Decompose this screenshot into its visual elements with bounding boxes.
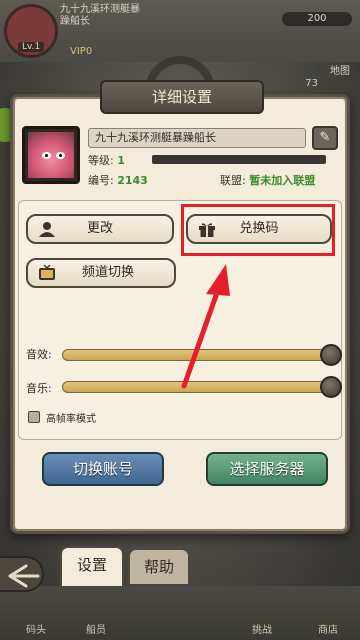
quill-edit-icon: ✎	[319, 130, 331, 145]
music-label: 音乐:	[26, 382, 52, 395]
dialog-title: 详细设置	[100, 80, 264, 114]
edit-name-button[interactable]: ✎	[312, 126, 338, 150]
experience-bar	[152, 155, 326, 164]
player-name: 九十九溪环测艇暴躁船长	[60, 4, 140, 27]
music-knob[interactable]	[320, 376, 342, 398]
player-level: Lv.1	[18, 42, 45, 52]
profile-avatar[interactable]	[22, 126, 80, 184]
nav-shop[interactable]: 商店	[318, 621, 338, 636]
nav-crew[interactable]: 船员	[86, 621, 106, 636]
alliance-value: 暂未加入联盟	[249, 174, 316, 187]
nav-challenge[interactable]: 挑战	[252, 621, 272, 636]
id-value: 2143	[117, 174, 148, 187]
avatar-eye	[56, 152, 65, 159]
avatar-eye	[42, 152, 51, 159]
music-slider[interactable]	[62, 381, 334, 393]
alliance-label: 联盟:	[220, 174, 246, 187]
level-label: 等级:	[88, 154, 114, 167]
sound-effects-slider[interactable]	[62, 349, 334, 361]
switch-account-button[interactable]: 切换账号	[42, 452, 164, 486]
level-row: 等级: 1	[88, 152, 125, 168]
bg-number: 73	[305, 78, 318, 89]
tab-settings[interactable]: 设置	[60, 546, 124, 586]
channel-switch-label: 频道切换	[81, 265, 134, 280]
bottom-nav	[0, 586, 360, 640]
highlight-box	[181, 204, 335, 256]
nav-dock[interactable]: 码头	[26, 621, 46, 636]
change-button[interactable]: 更改	[26, 214, 174, 244]
change-button-label: 更改	[86, 221, 113, 236]
resource-counter: 200	[282, 12, 352, 26]
back-button[interactable]	[0, 556, 44, 592]
sound-effects-knob[interactable]	[320, 344, 342, 366]
id-label: 编号:	[88, 174, 114, 187]
tab-help[interactable]: 帮助	[128, 548, 190, 584]
high-fps-checkbox[interactable]	[28, 411, 40, 423]
map-button[interactable]: 地图	[330, 62, 350, 77]
sound-effects-label: 音效:	[26, 348, 52, 361]
level-value: 1	[117, 154, 125, 167]
back-arrow-icon	[8, 564, 40, 588]
crab-avatar-image	[28, 132, 74, 178]
select-server-button[interactable]: 选择服务器	[206, 452, 328, 486]
id-row: 编号: 2143	[88, 172, 148, 188]
vip-badge[interactable]: VIP0	[70, 46, 92, 57]
alliance-row: 联盟: 暂未加入联盟	[220, 172, 315, 188]
channel-switch-button[interactable]: 频道切换	[26, 258, 176, 288]
high-fps-label: 高帧率模式	[46, 414, 96, 425]
player-name-field: 九十九溪环测艇暴躁船长	[88, 128, 306, 148]
